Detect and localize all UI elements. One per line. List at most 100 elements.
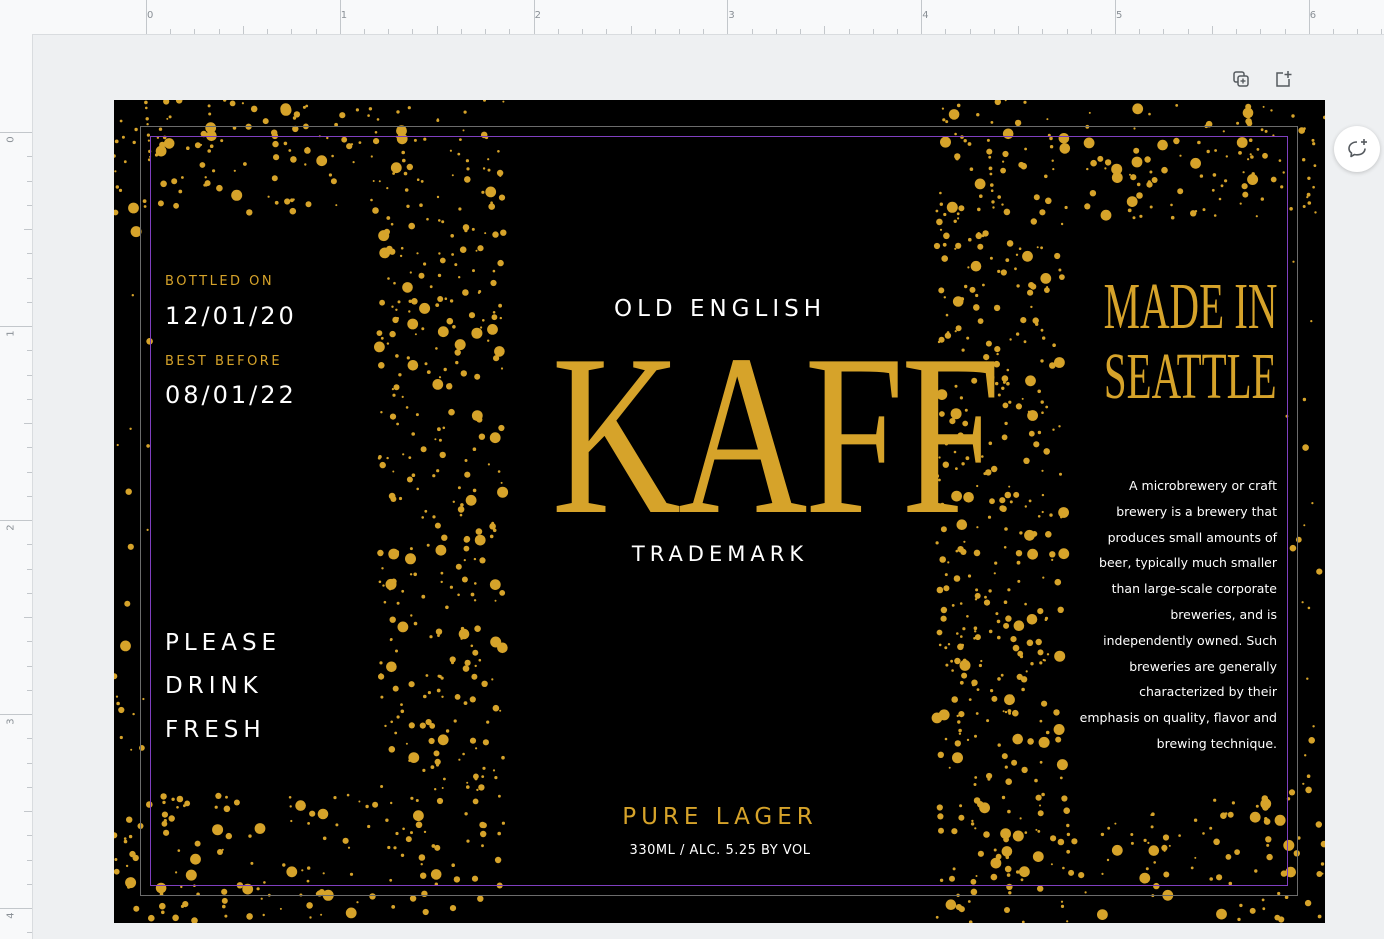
gold-dot <box>1059 274 1065 280</box>
gold-dot <box>391 388 394 391</box>
gold-dot <box>1225 155 1229 158</box>
drink-fresh-line-3[interactable]: FRESH <box>165 709 266 752</box>
gold-dot <box>1293 850 1301 857</box>
gold-dot <box>971 819 974 823</box>
gold-dot <box>1004 100 1007 102</box>
gold-dot <box>1151 812 1155 816</box>
gold-dot <box>480 830 487 838</box>
gold-dot <box>1022 250 1033 262</box>
gold-dot <box>1021 397 1024 400</box>
gold-dot <box>1012 733 1023 745</box>
volume-alcohol-text[interactable]: 330ML / ALC. 5.25 BY VOL <box>504 843 936 858</box>
gold-dot <box>967 900 971 903</box>
gold-dot <box>380 785 384 788</box>
gold-dot <box>989 256 993 260</box>
gold-dot <box>1302 782 1305 785</box>
gold-dot <box>988 629 993 634</box>
best-before-date[interactable]: 08/01/22 <box>165 381 297 409</box>
add-page-button[interactable] <box>1270 66 1296 92</box>
gold-dot <box>248 834 252 838</box>
gold-dot <box>389 413 397 420</box>
gold-dot <box>1315 821 1323 828</box>
beer-label-design[interactable]: BOTTLED ON 12/01/20 BEST BEFORE 08/01/22… <box>114 100 1325 923</box>
gold-dot <box>119 119 123 123</box>
gold-dot <box>936 218 943 226</box>
gold-dot <box>191 917 198 923</box>
gold-dot <box>971 679 978 686</box>
best-before-label[interactable]: BEST BEFORE <box>165 354 282 369</box>
ruler-tick <box>436 26 438 34</box>
gold-dot <box>290 156 297 163</box>
gold-dot <box>176 806 179 809</box>
ruler-tick <box>751 29 753 34</box>
ruler-tick <box>27 253 32 255</box>
gold-dot <box>430 765 435 769</box>
add-comment-button[interactable] <box>1334 126 1380 172</box>
gold-dot <box>462 665 470 672</box>
gold-dot <box>159 902 166 910</box>
gold-dot <box>479 557 486 564</box>
gold-dot <box>1213 798 1217 802</box>
made-in-line-2[interactable]: SEATTLE <box>1104 342 1277 412</box>
gold-dot <box>970 878 977 885</box>
gold-dot <box>1030 218 1037 225</box>
gold-dot <box>1111 844 1123 856</box>
gold-dot <box>1016 560 1021 565</box>
gold-dot <box>473 557 477 561</box>
gold-dot <box>200 143 203 146</box>
drink-fresh-line-2[interactable]: DRINK <box>165 665 263 708</box>
gold-dot <box>1249 907 1256 914</box>
gold-dot <box>406 204 410 208</box>
gold-dot <box>1036 246 1039 249</box>
trademark-text[interactable]: TRADEMARK <box>504 542 936 566</box>
brewery-description[interactable]: A microbrewery or craft brewery is a bre… <box>1077 473 1277 757</box>
gold-dot <box>420 863 423 866</box>
gold-dot <box>967 142 972 146</box>
gold-dot <box>114 170 117 173</box>
gold-dot <box>1041 493 1045 497</box>
drink-fresh-line-1[interactable]: PLEASE <box>165 622 281 665</box>
made-in-line-1[interactable]: MADE IN <box>1103 272 1277 342</box>
gold-dot <box>1033 441 1040 448</box>
ruler-tick <box>848 29 850 34</box>
gold-dot <box>1002 160 1005 163</box>
gold-dot <box>457 593 460 597</box>
gold-dot <box>305 201 312 208</box>
gold-dot <box>423 262 427 266</box>
gold-dot <box>471 410 483 421</box>
gold-dot <box>1313 164 1317 167</box>
ruler-tick <box>703 29 705 34</box>
gold-dot <box>392 393 396 397</box>
gold-dot <box>405 836 412 843</box>
gold-dot <box>940 615 947 622</box>
ruler-tick <box>1284 29 1286 34</box>
gold-dot <box>1104 167 1107 170</box>
brand-name[interactable]: KAFF <box>552 320 1001 550</box>
ruler-tick <box>27 568 32 570</box>
gold-dot <box>1213 214 1217 217</box>
ruler-tick <box>27 471 32 473</box>
gold-dot <box>1168 844 1171 847</box>
gold-dot <box>1282 171 1285 174</box>
gold-dot <box>1071 838 1078 845</box>
gold-dot <box>474 664 477 668</box>
bottled-on-label[interactable]: BOTTLED ON <box>165 274 274 289</box>
gold-dot <box>221 848 224 851</box>
gold-dot <box>1064 205 1068 210</box>
duplicate-page-button[interactable] <box>1228 66 1254 92</box>
gold-dot <box>451 174 454 177</box>
gold-dot <box>1161 166 1168 174</box>
gold-dot <box>449 299 454 303</box>
gold-dot <box>1131 156 1143 168</box>
gold-dot <box>939 191 942 195</box>
gold-dot <box>426 543 430 547</box>
gold-dot <box>1033 194 1040 201</box>
gold-dot <box>976 113 980 117</box>
gold-dot <box>1040 273 1052 284</box>
pure-lager-text[interactable]: PURE LAGER <box>504 804 936 830</box>
bottled-on-date[interactable]: 12/01/20 <box>165 302 297 330</box>
gold-dot <box>1044 616 1049 620</box>
ruler-tick <box>921 0 923 34</box>
gold-dot <box>989 172 993 176</box>
gold-dot <box>1011 759 1018 766</box>
